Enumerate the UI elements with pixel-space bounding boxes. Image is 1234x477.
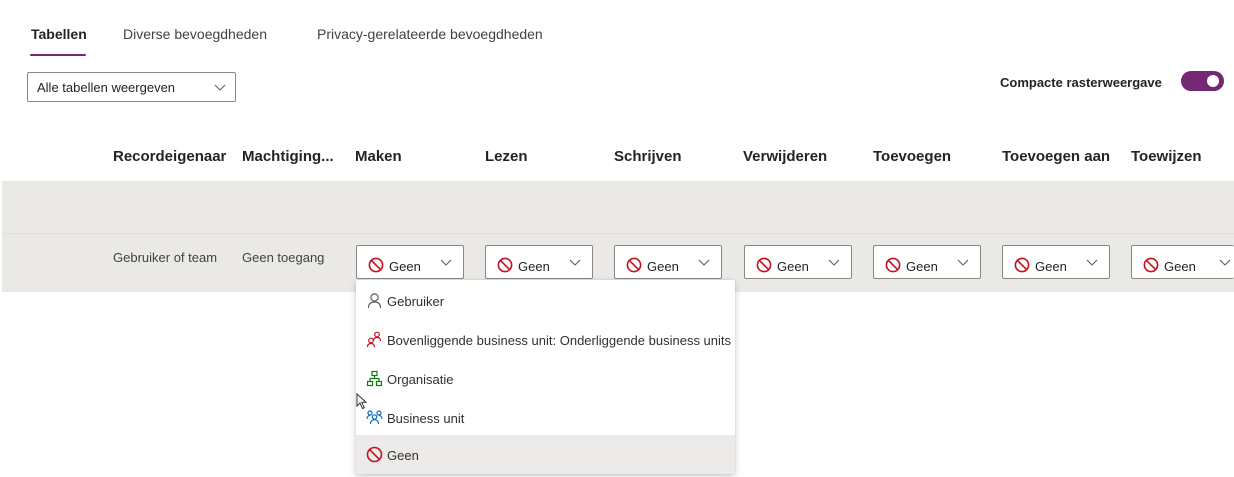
record-owner-cell: Gebruiker of team (113, 250, 218, 265)
chevron-down-icon (828, 259, 840, 266)
column-header-machtiging: Machtiging... (242, 148, 334, 165)
no-access-icon (885, 257, 901, 273)
chevron-down-icon (1086, 259, 1098, 266)
compact-view-toggle[interactable] (1181, 71, 1224, 91)
column-header-toevoegen: Toevoegen (873, 148, 952, 165)
parent-child-business-unit-icon (366, 331, 382, 348)
menu-item-label: Business unit (387, 411, 465, 426)
toevoegen-permission-dropdown[interactable]: Geen (873, 245, 981, 279)
menu-item-label: Gebruiker (387, 294, 445, 309)
permission-value: Geen (389, 259, 421, 274)
column-header-lezen: Lezen (485, 148, 528, 165)
no-access-icon (497, 257, 513, 273)
business-unit-icon (366, 410, 383, 425)
tab-privacy-bevoegdheden[interactable]: Privacy-gerelateerde bevoegdheden (317, 26, 543, 42)
toggle-knob (1207, 75, 1219, 87)
permission-setting-cell: Geen toegang (242, 250, 325, 265)
menu-item-bovenliggende-business-unit[interactable]: Bovenliggende business unit: Onderliggen… (356, 320, 735, 359)
permission-level-menu: Gebruiker Bovenliggende business unit: O… (356, 280, 735, 474)
column-header-toevoegen-aan: Toevoegen aan (1002, 148, 1111, 165)
active-tab-indicator (30, 54, 86, 56)
compact-view-label: Compacte rasterweergave (1000, 75, 1162, 90)
no-access-icon (626, 257, 642, 273)
permission-value: Geen (777, 259, 809, 274)
permission-value: Geen (906, 259, 938, 274)
menu-item-label: Bovenliggende business unit: Onderliggen… (387, 333, 732, 348)
permission-value: Geen (1035, 259, 1067, 274)
menu-item-label: Organisatie (387, 372, 454, 387)
security-role-editor: Tabellen Diverse bevoegdheden Privacy-ge… (0, 0, 1234, 477)
menu-item-business-unit[interactable]: Business unit (356, 398, 735, 437)
column-header-schrijven: Schrijven (614, 148, 682, 165)
no-access-icon (1014, 257, 1030, 273)
table-filter-value: Alle tabellen weergeven (37, 79, 176, 95)
menu-item-geen[interactable]: Geen (356, 435, 735, 474)
organization-icon (366, 370, 383, 387)
menu-item-label: Geen (387, 448, 419, 463)
maken-permission-dropdown[interactable]: Geen (356, 245, 464, 279)
chevron-down-icon (957, 259, 969, 266)
column-header-toewijzen: Toewijzen (1131, 148, 1202, 165)
column-header-maken: Maken (355, 148, 402, 165)
mouse-pointer-icon (356, 393, 368, 410)
no-access-icon (1143, 257, 1159, 273)
tab-diverse-bevoegdheden[interactable]: Diverse bevoegdheden (123, 26, 267, 42)
permission-value: Geen (518, 259, 550, 274)
table-group-row (2, 181, 1234, 233)
menu-item-organisatie[interactable]: Organisatie (356, 359, 735, 398)
tab-bar: Tabellen Diverse bevoegdheden Privacy-ge… (0, 0, 1234, 60)
permission-value: Geen (647, 259, 679, 274)
schrijven-permission-dropdown[interactable]: Geen (614, 245, 722, 279)
chevron-down-icon (698, 259, 710, 266)
table-filter-select[interactable]: Alle tabellen weergeven (27, 72, 236, 102)
column-header-verwijderen: Verwijderen (743, 148, 828, 165)
no-access-icon (368, 257, 384, 273)
user-icon (367, 293, 382, 309)
chevron-down-icon (440, 259, 452, 266)
chevron-down-icon (569, 259, 581, 266)
chevron-down-icon (1219, 259, 1231, 266)
lezen-permission-dropdown[interactable]: Geen (485, 245, 593, 279)
toewijzen-permission-dropdown[interactable]: Geen (1131, 245, 1234, 279)
no-access-icon (366, 446, 383, 463)
menu-item-gebruiker[interactable]: Gebruiker (356, 281, 735, 320)
column-header-recordeigenaar: Recordeigenaar (113, 148, 227, 165)
no-access-icon (756, 257, 772, 273)
verwijderen-permission-dropdown[interactable]: Geen (744, 245, 852, 279)
permission-value: Geen (1164, 259, 1196, 274)
tab-tabellen[interactable]: Tabellen (31, 26, 87, 42)
chevron-down-icon (214, 84, 226, 91)
toevoegen-aan-permission-dropdown[interactable]: Geen (1002, 245, 1110, 279)
